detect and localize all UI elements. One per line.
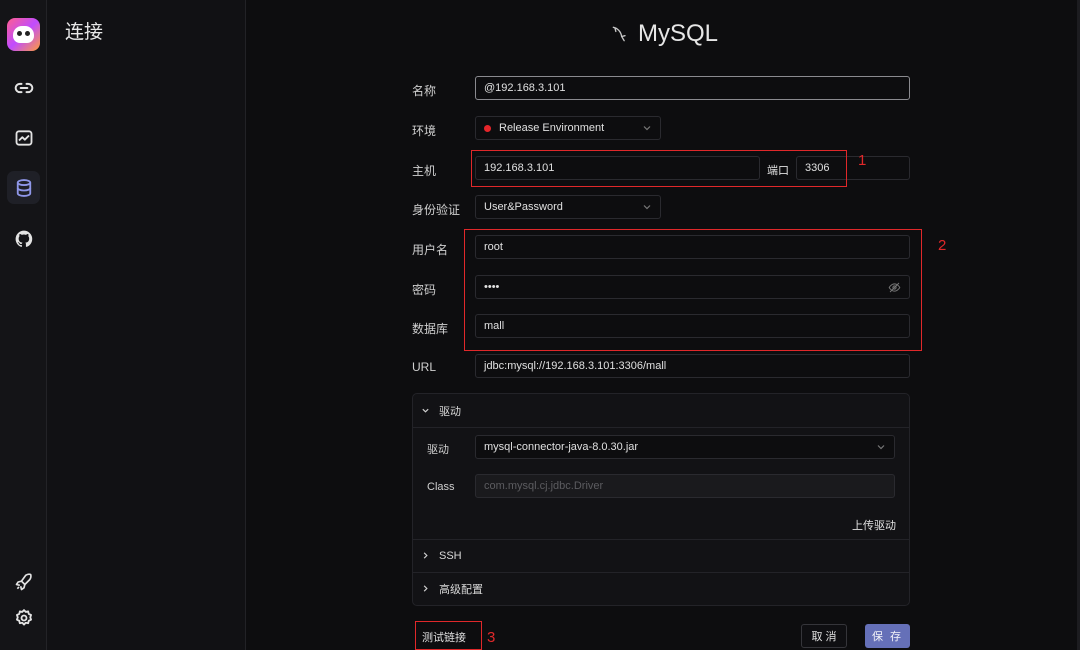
icon-rail bbox=[0, 0, 47, 650]
driver-section-header[interactable]: 驱动 bbox=[413, 394, 909, 427]
env-select[interactable]: Release Environment bbox=[475, 116, 661, 140]
logo-face-icon bbox=[13, 26, 34, 43]
ssh-section-title: SSH bbox=[439, 549, 462, 562]
ssh-section-header[interactable]: SSH bbox=[413, 539, 909, 572]
class-placeholder: com.mysql.cj.jdbc.Driver bbox=[484, 480, 604, 492]
chevron-down-icon bbox=[642, 123, 652, 133]
chevron-right-icon bbox=[423, 552, 428, 559]
rocket-icon[interactable] bbox=[7, 565, 40, 598]
class-input[interactable]: com.mysql.cj.jdbc.Driver bbox=[475, 474, 895, 498]
url-label: URL bbox=[412, 360, 437, 374]
upload-driver-button[interactable]: 上传驱动 bbox=[852, 517, 896, 533]
annotation-number-2: 2 bbox=[938, 237, 947, 254]
name-input[interactable]: @192.168.3.101 bbox=[475, 76, 910, 100]
driver-value: mysql-connector-java-8.0.30.jar bbox=[484, 441, 639, 453]
class-label: Class bbox=[427, 481, 455, 493]
app-logo bbox=[7, 18, 40, 51]
chevron-down-icon bbox=[876, 442, 886, 452]
env-label: 环境 bbox=[412, 124, 437, 138]
sidebar-title: 连接 bbox=[65, 22, 104, 43]
chart-icon[interactable] bbox=[7, 121, 40, 154]
chevron-down-icon bbox=[642, 202, 652, 212]
host-label: 主机 bbox=[412, 164, 437, 178]
divider bbox=[413, 427, 909, 428]
save-button[interactable]: 保 存 bbox=[865, 624, 910, 648]
annotation-box-2 bbox=[464, 229, 922, 351]
chevron-right-icon bbox=[423, 585, 428, 592]
auth-select[interactable]: User&Password bbox=[475, 195, 661, 219]
password-label: 密码 bbox=[412, 283, 437, 297]
chevron-down-icon bbox=[422, 408, 429, 413]
auth-value: User&Password bbox=[484, 201, 563, 213]
name-value: @192.168.3.101 bbox=[484, 82, 566, 94]
env-value: Release Environment bbox=[499, 122, 605, 134]
connections-sidebar: 连接 bbox=[47, 0, 246, 650]
database-label: 数据库 bbox=[412, 322, 449, 336]
link-icon[interactable] bbox=[7, 71, 40, 104]
annotation-box-3 bbox=[415, 621, 482, 650]
driver-select[interactable]: mysql-connector-java-8.0.30.jar bbox=[475, 435, 895, 459]
database-icon[interactable] bbox=[7, 171, 40, 204]
db-title-text: MySQL bbox=[638, 20, 719, 47]
annotation-number-1: 1 bbox=[858, 152, 867, 169]
env-status-dot bbox=[484, 124, 491, 132]
url-value: jdbc:mysql://192.168.3.101:3306/mall bbox=[484, 360, 667, 372]
advanced-section-header[interactable]: 高级配置 bbox=[413, 572, 909, 605]
url-input[interactable]: jdbc:mysql://192.168.3.101:3306/mall bbox=[475, 354, 910, 378]
annotation-box-1 bbox=[471, 150, 847, 187]
gear-icon[interactable] bbox=[7, 601, 40, 634]
connection-form-area: MySQL 名称 @192.168.3.101 环境 Release Envir… bbox=[246, 0, 1080, 650]
db-title: MySQL bbox=[610, 20, 718, 48]
driver-panel: 驱动 驱动 mysql-connector-java-8.0.30.jar Cl… bbox=[412, 393, 910, 606]
driver-label: 驱动 bbox=[427, 444, 449, 456]
mysql-dolphin-icon bbox=[612, 26, 626, 42]
github-icon[interactable] bbox=[7, 222, 40, 255]
username-label: 用户名 bbox=[412, 243, 449, 257]
auth-label: 身份验证 bbox=[412, 203, 461, 217]
cancel-button[interactable]: 取 消 bbox=[801, 624, 847, 648]
advanced-section-title: 高级配置 bbox=[439, 583, 483, 596]
annotation-number-3: 3 bbox=[487, 629, 496, 646]
name-label: 名称 bbox=[412, 84, 437, 98]
driver-section-title: 驱动 bbox=[439, 405, 461, 418]
